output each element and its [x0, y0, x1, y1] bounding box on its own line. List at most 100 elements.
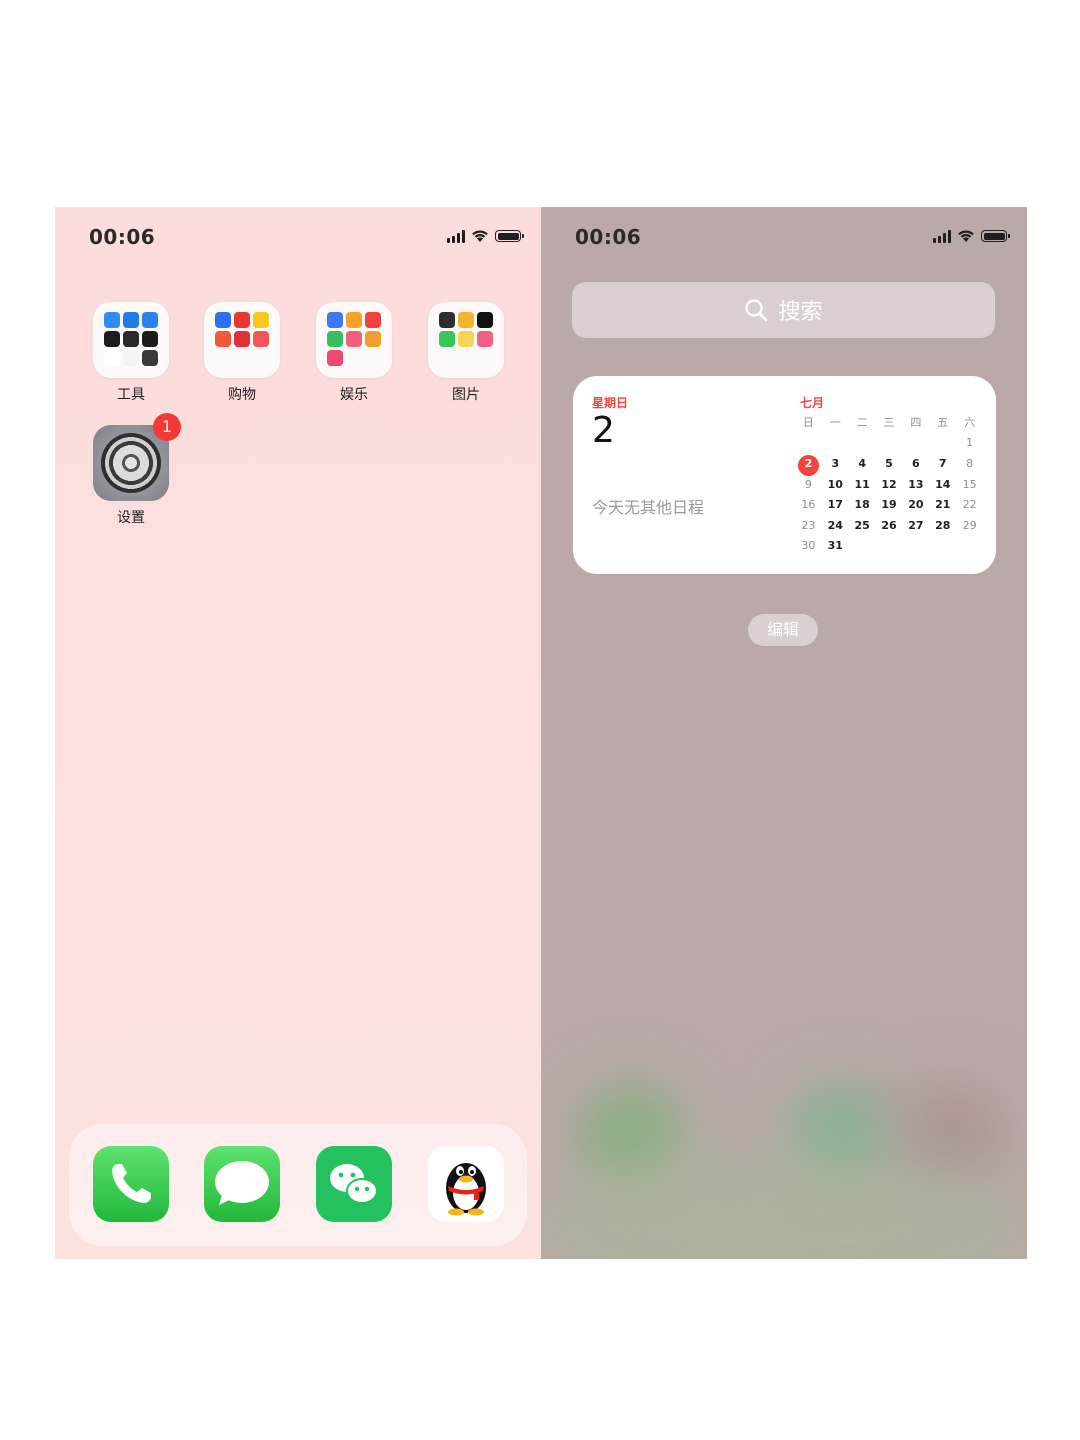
- day-cell: 30: [801, 539, 816, 553]
- folder-label: 娱乐: [340, 387, 368, 403]
- weekday-label: 一: [829, 416, 841, 430]
- mini-app-icon: [104, 350, 120, 366]
- day-cell: 12: [881, 477, 897, 491]
- day-cell: 11: [854, 477, 870, 491]
- day-cell: 27: [908, 518, 924, 532]
- month-grid: 日一二三四五六 1 2 3 4 5 6 7 8 9 10 11 12 13 14 15 16 17 18 19 20 21…: [795, 412, 983, 556]
- day-cell: 6: [912, 456, 920, 470]
- wechat-icon: [330, 1164, 378, 1204]
- mini-app-icon: [458, 331, 474, 347]
- weekday-label: 四: [910, 416, 922, 430]
- day-cell: 24: [827, 518, 843, 532]
- folder-shopping[interactable]: 购物: [204, 302, 280, 404]
- status-time: 00:06: [89, 225, 156, 249]
- mini-app-icon: [253, 331, 269, 347]
- signal-icon: [933, 229, 951, 243]
- mini-app-icon: [123, 312, 139, 328]
- phone-icon: [112, 1164, 151, 1203]
- mini-app-icon: [104, 331, 120, 347]
- mini-app-icon: [215, 331, 231, 347]
- folder-label: 购物: [228, 387, 256, 403]
- day-cell: 25: [854, 518, 870, 532]
- day-cell: 17: [827, 498, 843, 512]
- week-row: 23 4 5 6 7 8: [795, 453, 983, 476]
- status-time: 00:06: [575, 225, 642, 249]
- mini-app-icon: [142, 312, 158, 328]
- mini-app-icon: [346, 331, 362, 347]
- message-bubble-icon: [215, 1161, 269, 1205]
- mini-app-icon: [253, 312, 269, 328]
- day-cell: 7: [938, 456, 947, 470]
- status-icons: [933, 229, 1010, 243]
- mini-app-icon: [327, 350, 343, 366]
- calendar-widget[interactable]: 星期日 2 今天无其他日程 七月 日一二三四五六 1 2 3 4 5 6 7 8 9 10 11 12 1…: [573, 376, 996, 574]
- qq-penguin-icon: [446, 1163, 486, 1216]
- signal-icon: [447, 229, 465, 243]
- day-cell: 14: [935, 477, 951, 491]
- settings-label: 设置: [117, 510, 145, 526]
- folder-label: 图片: [452, 387, 480, 403]
- widget-month: 七月: [800, 396, 825, 410]
- mini-app-icon: [477, 331, 493, 347]
- mini-app-icon: [346, 312, 362, 328]
- widget-date: 2: [592, 410, 615, 451]
- day-cell: 4: [858, 456, 866, 470]
- mini-app-icon: [327, 312, 343, 328]
- mini-app-icon: [234, 331, 250, 347]
- widget-weekday: 星期日: [592, 396, 629, 410]
- wifi-icon: [958, 230, 974, 242]
- folder-tools[interactable]: 工具: [93, 302, 169, 404]
- folder-label: 工具: [117, 387, 145, 403]
- today-view: 00:06 搜索 星期日 2 今天无其他日程 七月 日一二三四五六1234567…: [541, 207, 1027, 1259]
- wifi-icon: [472, 230, 488, 242]
- battery-icon: [981, 230, 1010, 242]
- day-cell: 16: [801, 498, 816, 512]
- mini-app-icon: [365, 331, 381, 347]
- day-cell: 28: [935, 518, 951, 532]
- messages-app[interactable]: [204, 1146, 280, 1222]
- mini-app-icon: [142, 350, 158, 366]
- home-screen: 00:06 工具 购物 娱乐 图片 1 设置: [55, 207, 541, 1259]
- day-cell: 21: [935, 498, 951, 512]
- widget-no-events: 今天无其他日程: [592, 498, 705, 517]
- status-icons: [447, 229, 524, 243]
- day-cell: 31: [827, 539, 843, 553]
- week-row: 16 17 18 19 20 21 22: [795, 494, 983, 515]
- phone-app[interactable]: [93, 1146, 169, 1222]
- search-icon: [745, 299, 768, 322]
- weekday-label: 二: [856, 416, 868, 430]
- mini-app-icon: [458, 312, 474, 328]
- qq-app[interactable]: [428, 1146, 504, 1222]
- mini-app-icon: [439, 331, 455, 347]
- day-cell: 29: [962, 518, 977, 532]
- wechat-app[interactable]: [316, 1146, 392, 1222]
- week-row: 23 24 25 26 27 28 29: [795, 515, 983, 536]
- day-cell: 5: [885, 456, 893, 470]
- mini-app-icon: [123, 331, 139, 347]
- search-placeholder: 搜索: [778, 300, 823, 325]
- day-cell: 23: [801, 518, 816, 532]
- day-cell: 2: [795, 454, 822, 476]
- day-cell: 3: [831, 456, 840, 470]
- weekday-label: 日: [802, 416, 814, 430]
- day-cell: 19: [881, 498, 897, 512]
- day-cell: 10: [827, 477, 843, 491]
- day-cell: 20: [908, 498, 924, 512]
- weekday-label: 六: [964, 416, 976, 430]
- settings-app[interactable]: 1 设置: [93, 413, 181, 527]
- edit-button[interactable]: 编辑: [748, 614, 818, 646]
- day-cell: 9: [804, 477, 812, 491]
- day-cell: 13: [908, 477, 924, 491]
- search-bar[interactable]: 搜索: [572, 282, 995, 338]
- weekday-label: 五: [937, 416, 949, 430]
- folder-pictures[interactable]: 图片: [428, 302, 504, 404]
- settings-gear-icon: 1: [93, 413, 181, 501]
- week-row: 1: [795, 433, 983, 454]
- day-cell: 8: [966, 456, 974, 470]
- mini-app-icon: [327, 331, 343, 347]
- week-row: 9 10 11 12 13 14 15: [795, 474, 983, 495]
- mini-app-icon: [439, 312, 455, 328]
- folder-entertainment[interactable]: 娱乐: [316, 302, 392, 404]
- weekday-header-row: 日一二三四五六: [795, 412, 983, 433]
- notification-badge: 1: [153, 413, 181, 441]
